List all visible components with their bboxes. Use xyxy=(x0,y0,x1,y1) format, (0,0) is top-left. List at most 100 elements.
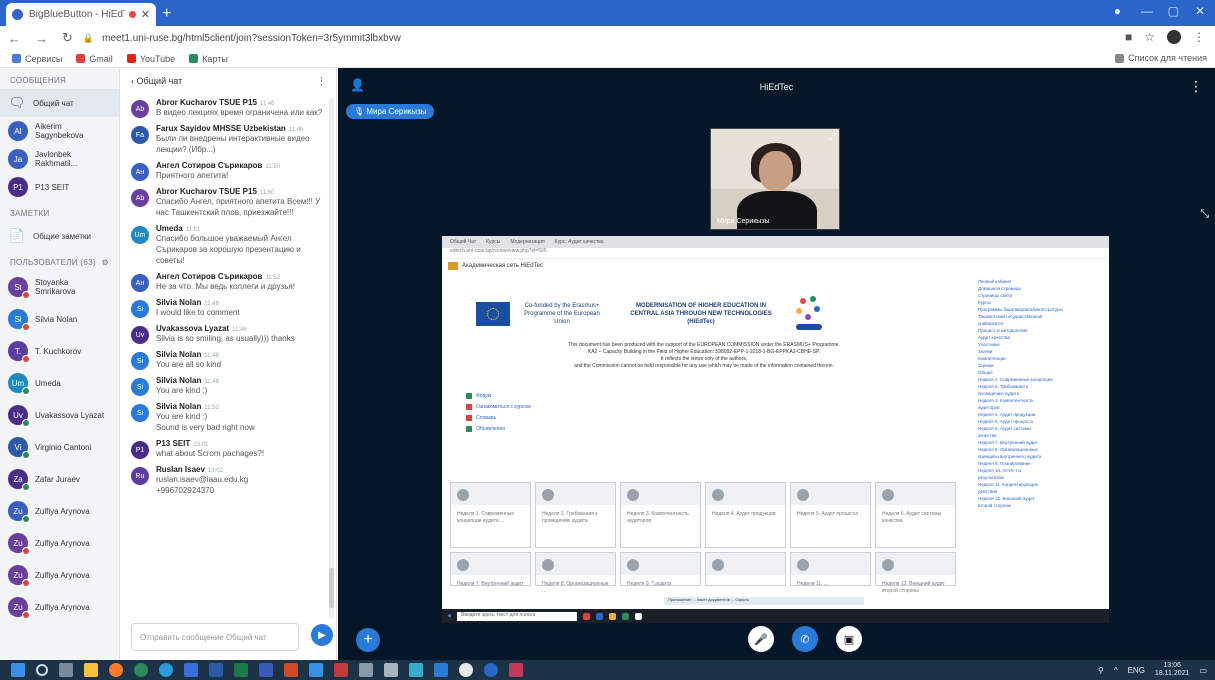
chat-scrollbar[interactable] xyxy=(329,98,334,618)
nav-item: Неделя 3. Компетентность xyxy=(978,398,1034,403)
rocket-icon[interactable] xyxy=(384,663,398,677)
maximize-icon[interactable]: ▢ xyxy=(1168,4,1179,18)
start-icon[interactable] xyxy=(11,663,25,677)
nav-item: действия xyxy=(978,489,998,494)
avatar: Si xyxy=(131,300,149,318)
player-icon[interactable] xyxy=(309,663,323,677)
fullscreen-icon[interactable]: ⤡ xyxy=(1200,208,1209,221)
minimize-icon[interactable]: — xyxy=(1141,4,1153,18)
firefox-icon[interactable] xyxy=(109,663,123,677)
store-icon[interactable] xyxy=(184,663,198,677)
bookmark-youtube[interactable]: YouTube xyxy=(126,54,175,64)
reading-list[interactable]: Список для чтения xyxy=(1115,53,1207,63)
clock[interactable]: 13:06 18.11.2021 xyxy=(1155,662,1190,678)
nav-item: Неделя 11. Корректирующие xyxy=(978,482,1039,487)
project-title: MODERNISATION OF HIGHER EDUCATION IN CEN… xyxy=(630,303,772,325)
options-menu-icon[interactable]: ⋮ xyxy=(1189,78,1203,95)
send-message-button[interactable]: ▶ xyxy=(311,624,333,646)
camera-indicator-icon[interactable]: ■ xyxy=(1125,30,1132,44)
share-webcam-button[interactable]: ▣ xyxy=(836,626,862,652)
browser-tab[interactable]: BigBlueButton - HiEdTec ✕ xyxy=(6,3,156,26)
nav-item: Неделя 2. Требования к xyxy=(978,384,1028,389)
reload-icon[interactable]: ↻ xyxy=(62,30,73,46)
user-list-item[interactable]: Vi Virginio Cantoni xyxy=(0,431,119,463)
new-tab-button[interactable]: + xyxy=(162,5,171,23)
browser-icon[interactable] xyxy=(459,663,473,677)
private-chat-item[interactable]: AI Aikerim Sagynbekova xyxy=(0,117,119,145)
user-list-item[interactable]: Zu Zulfiya Arynova xyxy=(0,559,119,591)
pie-chart-icon xyxy=(882,489,894,501)
nav-item: университет xyxy=(978,321,1004,326)
user-list-item[interactable]: Uv Uvakassova Lyazat xyxy=(0,399,119,431)
powerpoint-icon[interactable] xyxy=(284,663,298,677)
public-chat-item[interactable]: 🗨 Общий чат xyxy=(0,89,119,117)
language-indicator[interactable]: ENG xyxy=(1128,666,1145,675)
back-icon[interactable]: ← xyxy=(8,31,21,46)
edge-icon[interactable] xyxy=(159,663,173,677)
explorer-icon[interactable] xyxy=(84,663,98,677)
app2-icon[interactable] xyxy=(509,663,523,677)
user-list-item[interactable]: Za Zafar Juraev xyxy=(0,463,119,495)
week-card: Неделя 6. Аудит системы качества xyxy=(875,482,956,548)
expand-video-icon[interactable]: ⤢ xyxy=(829,131,836,142)
profile-dot-icon[interactable]: ● xyxy=(1114,4,1121,18)
status-dot xyxy=(22,291,30,299)
user-list-item[interactable]: Si Silvia Nolan xyxy=(0,303,119,335)
users-settings-icon[interactable]: ⚙ xyxy=(102,258,109,267)
chat-sender: Umeda xyxy=(156,224,183,233)
bookmark-star-icon[interactable]: ☆ xyxy=(1144,30,1155,44)
bookmark-services[interactable]: Сервисы xyxy=(12,54,62,64)
avatar: Zu xyxy=(8,501,30,523)
private-chat-item[interactable]: P1 P13 SEIT xyxy=(0,173,119,201)
visio-icon[interactable] xyxy=(259,663,273,677)
user-list-item[interactable]: Um Umeda xyxy=(0,367,119,399)
nav-item: Страницы сайта xyxy=(978,293,1013,298)
nav-item: Неделя 1. Современные концепции xyxy=(978,377,1053,382)
task-view-icon[interactable] xyxy=(59,663,73,677)
chat-sender: P13 SEIT xyxy=(156,439,191,448)
chat-message-input[interactable]: Отправить сообщение Общий чат xyxy=(131,623,299,651)
actions-plus-button[interactable]: + xyxy=(356,628,380,652)
menu-icon[interactable]: ⋮ xyxy=(1193,30,1205,44)
leave-audio-button[interactable]: ✆ xyxy=(792,626,818,652)
excel-icon[interactable] xyxy=(234,663,248,677)
avatar: Um xyxy=(131,226,149,244)
week-card: Неделя 3. Компетентность аудиторов xyxy=(620,482,701,548)
forward-icon[interactable]: → xyxy=(35,31,48,46)
notifications-icon[interactable]: ▭ xyxy=(1199,666,1207,675)
chat-options-icon[interactable]: ⋮ xyxy=(317,76,326,87)
user-list-item[interactable]: Zu Zulfiya Arynova xyxy=(0,495,119,527)
network-icon[interactable] xyxy=(409,663,423,677)
bookmark-maps[interactable]: Карты xyxy=(189,54,228,64)
people-icon[interactable]: ⚲ xyxy=(1098,666,1104,675)
search-icon[interactable] xyxy=(36,664,48,676)
bookmark-gmail[interactable]: Gmail xyxy=(76,54,113,64)
cofunded-text: Co-funded by the Erasmus+ Programme of t… xyxy=(524,303,600,325)
activity-icon xyxy=(466,414,472,421)
user-list-item[interactable]: T. T. Kuchkorov xyxy=(0,335,119,367)
user-list-item[interactable]: Zu Zulfiya Arynova xyxy=(0,527,119,559)
messages-section-label: СООБЩЕНИЯ xyxy=(10,76,67,85)
user-list-item[interactable]: St Stoyanka Smrikarova xyxy=(0,271,119,303)
avatar: Zu xyxy=(8,565,30,587)
profile-avatar[interactable] xyxy=(1167,30,1181,44)
app-icon[interactable] xyxy=(484,663,498,677)
webcam-video[interactable]: ⤢ Мира Серикызы xyxy=(710,128,840,230)
tool-icon[interactable] xyxy=(359,663,373,677)
url-field[interactable]: meet1.uni-ruse.bg/html5client/join?sessi… xyxy=(102,33,401,44)
word-icon[interactable] xyxy=(209,663,223,677)
bbb-app: СООБЩЕНИЯ 🗨 Общий чат AI Aikerim Sagynbe… xyxy=(0,68,1215,660)
chat-back-button[interactable]: ‹ Общий чат xyxy=(131,76,182,86)
shared-notes-item[interactable]: 📄 Общие заметки xyxy=(0,222,119,250)
user-name: Zulfiya Arynova xyxy=(35,538,90,548)
tray-chevron-icon[interactable]: ^ xyxy=(1114,666,1118,675)
chrome-icon[interactable] xyxy=(134,663,148,677)
user-list-item[interactable]: Zu Zulfiya Arynova xyxy=(0,591,119,623)
mute-microphone-button[interactable]: 🎤 xyxy=(748,626,774,652)
nav-item: Неделя 12. Внешний аудит xyxy=(978,496,1035,501)
private-chat-item[interactable]: Ja Javlonbek Rakhmatil... xyxy=(0,145,119,173)
close-window-icon[interactable]: ✕ xyxy=(1195,4,1205,18)
close-tab-icon[interactable]: ✕ xyxy=(141,8,150,21)
mail-icon[interactable] xyxy=(434,663,448,677)
flag-icon[interactable] xyxy=(334,663,348,677)
